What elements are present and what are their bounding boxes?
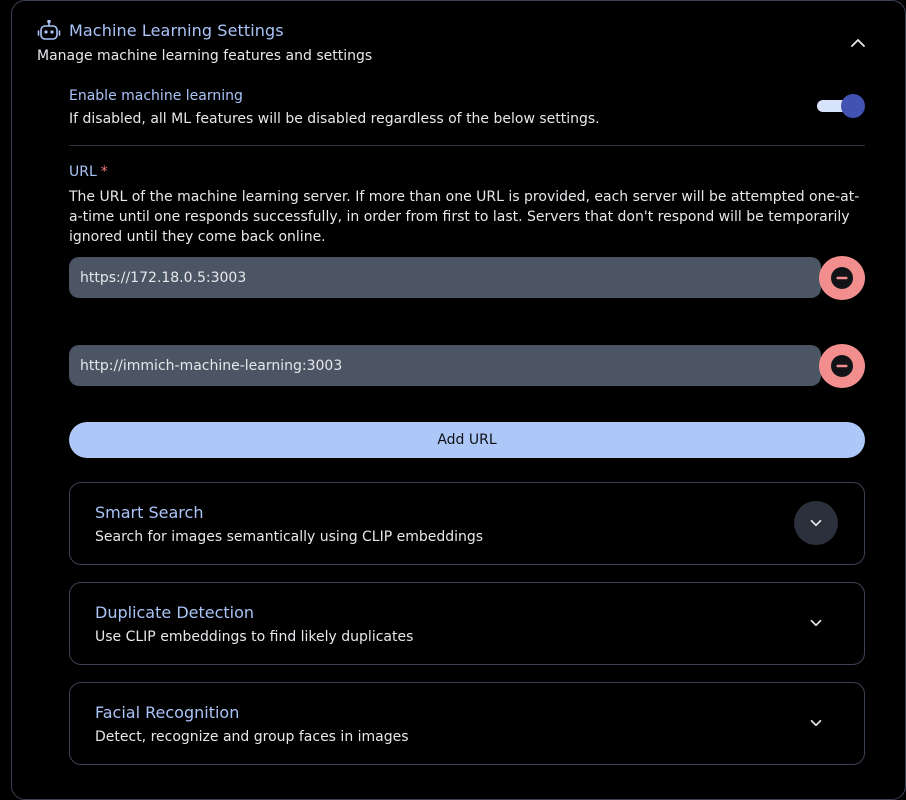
minus-circle-icon: [831, 267, 853, 289]
chevron-down-icon: [810, 519, 822, 527]
section-title: Facial Recognition: [95, 703, 240, 722]
enable-ml-label: Enable machine learning: [69, 88, 243, 104]
section-duplicate-detection[interactable]: Duplicate Detection Use CLIP embeddings …: [69, 582, 865, 665]
expand-button[interactable]: [794, 601, 838, 645]
section-facial-recognition[interactable]: Facial Recognition Detect, recognize and…: [69, 682, 865, 765]
required-marker: *: [100, 164, 108, 180]
url-description: The URL of the machine learning server. …: [69, 189, 860, 245]
expand-button[interactable]: [794, 701, 838, 745]
chevron-up-icon[interactable]: [848, 33, 868, 53]
add-url-button[interactable]: Add URL: [69, 422, 865, 458]
minus-circle-icon: [831, 355, 853, 377]
chevron-down-icon: [810, 719, 822, 727]
section-description: Detect, recognize and group faces in ima…: [95, 729, 409, 745]
section-smart-search[interactable]: Smart Search Search for images semantica…: [69, 482, 865, 565]
ml-settings-panel: Machine Learning Settings Manage machine…: [11, 0, 906, 800]
page-description: Manage machine learning features and set…: [37, 48, 373, 64]
robot-icon: [37, 20, 61, 40]
section-description: Use CLIP embeddings to find likely dupli…: [95, 629, 414, 645]
chevron-down-icon: [810, 619, 822, 627]
section-title: Duplicate Detection: [95, 603, 255, 622]
toggle-knob: [841, 94, 865, 118]
url-label: URL *: [69, 164, 108, 180]
divider: [69, 145, 865, 146]
remove-url-button-1[interactable]: [819, 256, 865, 300]
enable-ml-toggle[interactable]: [817, 94, 865, 118]
page-title: Machine Learning Settings: [69, 21, 284, 40]
url-input-2[interactable]: [69, 345, 821, 386]
section-description: Search for images semantically using CLI…: [95, 529, 484, 545]
section-title: Smart Search: [95, 503, 204, 522]
expand-button[interactable]: [794, 501, 838, 545]
url-input-1[interactable]: [69, 257, 821, 298]
remove-url-button-2[interactable]: [819, 344, 865, 388]
enable-ml-description: If disabled, all ML features will be dis…: [69, 111, 600, 127]
url-label-text: URL: [69, 164, 97, 180]
